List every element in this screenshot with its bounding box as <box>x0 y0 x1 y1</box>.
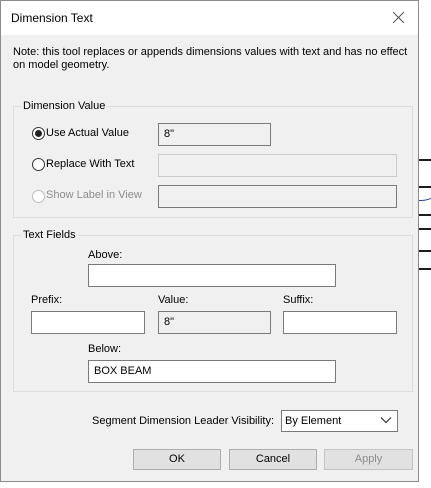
dimension-value-legend: Dimension Value <box>21 100 108 113</box>
above-label: Above: <box>88 249 123 261</box>
background-drawing-line <box>419 228 431 230</box>
leader-visibility-value: By Element <box>285 415 342 427</box>
show-label-in-view-radio <box>32 190 45 203</box>
background-drawing-line <box>419 214 431 216</box>
background-drawing-line <box>419 159 431 161</box>
use-actual-value-label[interactable]: Use Actual Value <box>46 127 129 140</box>
chevron-down-icon <box>380 417 392 424</box>
window-title: Dimension Text <box>11 11 93 25</box>
suffix-label: Suffix: <box>283 294 314 306</box>
prefix-field[interactable] <box>31 311 145 334</box>
below-field[interactable]: BOX BEAM <box>88 360 336 383</box>
text-fields-legend: Text Fields <box>21 229 78 242</box>
value-field: 8" <box>158 311 271 334</box>
ok-button[interactable]: OK <box>133 449 221 470</box>
suffix-field[interactable] <box>283 311 397 334</box>
leader-visibility-select[interactable]: By Element <box>281 410 398 432</box>
value-label: Value: <box>158 294 189 306</box>
title-bar: Dimension Text <box>1 1 418 35</box>
prefix-label: Prefix: <box>31 294 63 306</box>
show-label-field <box>158 185 397 208</box>
background-drawing-line <box>419 268 431 270</box>
replace-with-text-label[interactable]: Replace With Text <box>46 158 134 171</box>
cancel-button[interactable]: Cancel <box>229 449 317 470</box>
dimension-text-dialog: Dimension Text Note: this tool replaces … <box>0 0 419 482</box>
background-drawing-line <box>419 250 431 252</box>
use-actual-value-radio[interactable] <box>32 127 45 140</box>
above-field[interactable] <box>88 264 336 287</box>
replace-text-field[interactable] <box>158 154 397 177</box>
close-icon[interactable] <box>385 5 413 31</box>
note-text: Note: this tool replaces or appends dime… <box>13 46 408 71</box>
actual-value-field: 8" <box>158 123 271 146</box>
below-label: Below: <box>88 343 122 355</box>
apply-button: Apply <box>324 449 413 470</box>
replace-with-text-radio[interactable] <box>32 158 45 171</box>
show-label-in-view-label: Show Label in View <box>46 189 142 201</box>
leader-visibility-label: Segment Dimension Leader Visibility: <box>92 415 274 427</box>
